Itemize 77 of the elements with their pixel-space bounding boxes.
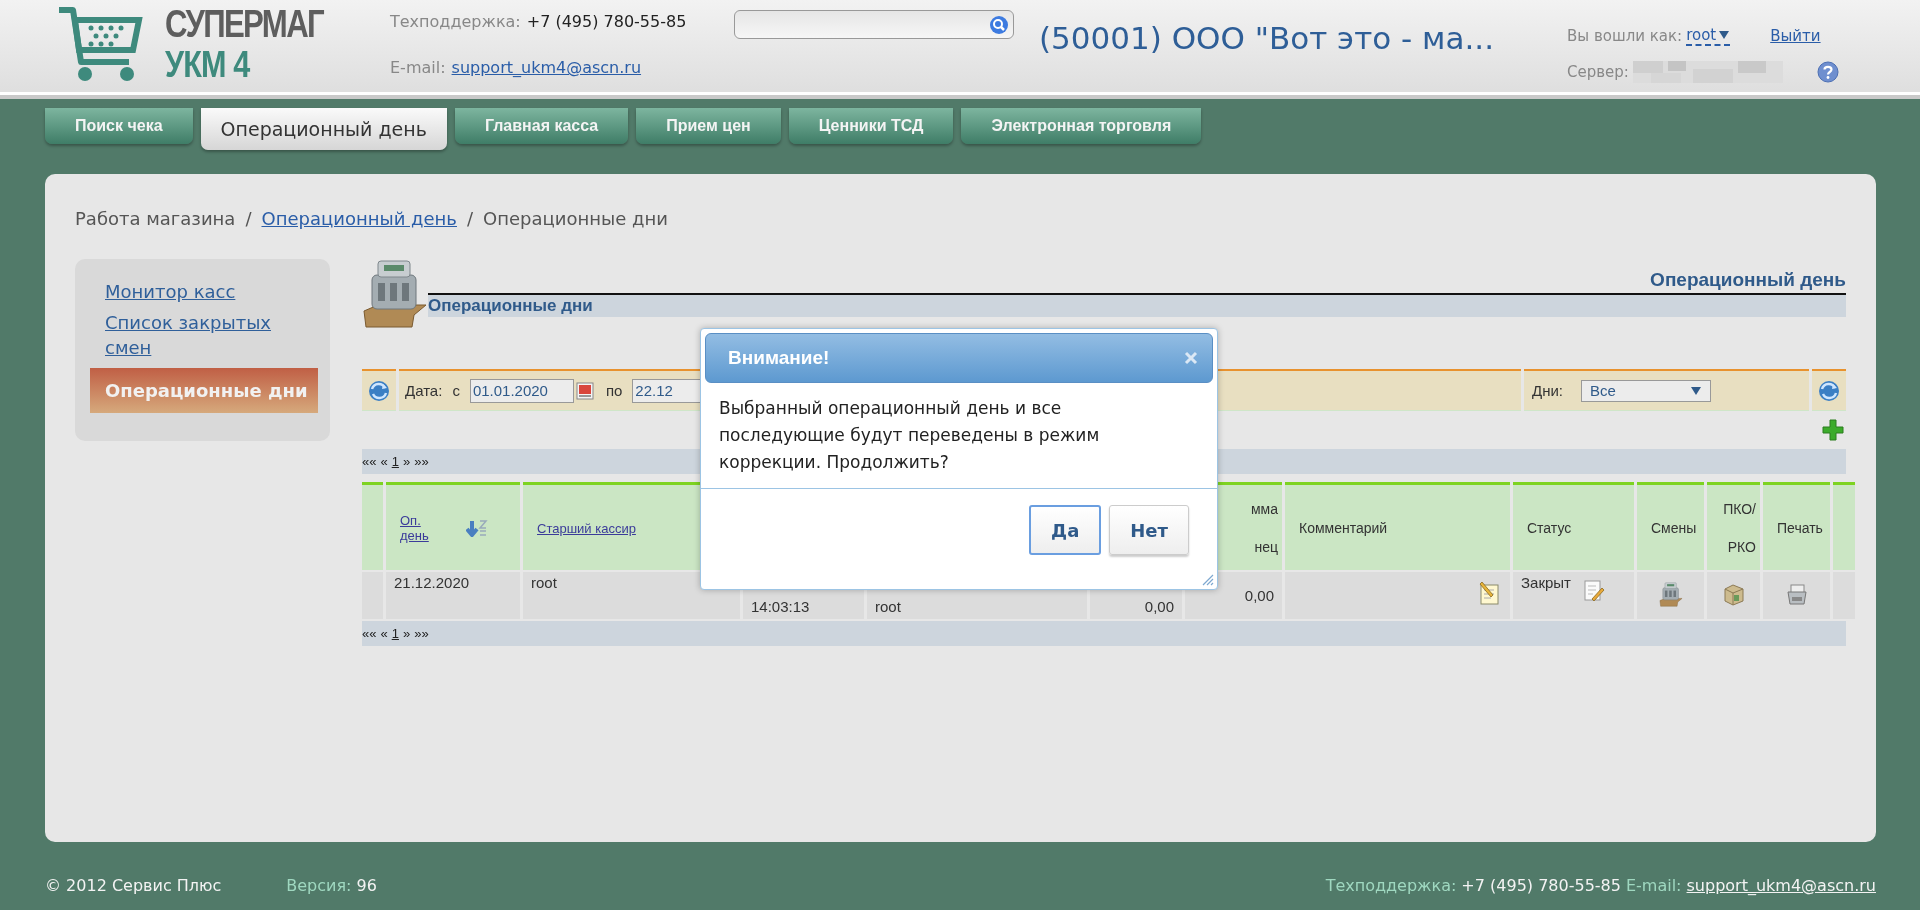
column-label: нец [1253,537,1278,557]
version-label: Версия: [286,876,352,895]
search-icon[interactable] [989,14,1009,35]
copyright-text: © 2012 Сервис Плюс [45,876,222,895]
pager-link[interactable]: »» [414,626,429,641]
column-header: Печать [1763,482,1830,570]
login-label: Вы вошли как: [1567,27,1683,45]
close-icon[interactable] [1184,351,1198,365]
user-dropdown[interactable]: root [1686,26,1731,46]
email-label: E-mail: [390,58,446,79]
breadcrumb-separator: / [467,208,474,231]
cash-register-icon[interactable] [1658,581,1683,607]
pager-link[interactable]: 1 [391,626,399,641]
logout-link[interactable]: Выйти [1770,27,1821,45]
logo-subtitle: УКМ 4 [165,47,251,83]
pager-link[interactable]: »» [414,454,429,469]
dialog-message: Выбранный операционный день и все последующие будут переведены в режим коррекции. Продолжить? [701,383,1217,489]
date-label: Дата: [405,382,443,399]
refresh-icon[interactable] [1817,378,1841,403]
breadcrumb-item: Операционные дни [483,208,668,231]
help-icon[interactable] [1816,61,1839,83]
dialog-button[interactable]: Да [1029,505,1102,555]
support-phone: +7 (495) 780-55-85 [526,12,687,33]
dialog-button[interactable]: Нет [1109,505,1189,555]
days-label: Дни: [1532,382,1563,399]
sort-arrow-icon[interactable] [466,518,488,537]
breadcrumb-link[interactable]: Операционный день [261,208,457,244]
column-header: Статус [1513,482,1634,570]
box-icon[interactable] [1721,582,1746,606]
add-icon[interactable] [1822,419,1844,441]
date-from-field[interactable]: 01.01.2020 [469,378,574,403]
to-label: по [605,382,623,399]
column-header: Комментарий [1285,482,1510,570]
server-label: Сервер: [1567,63,1629,81]
pager-link[interactable]: « [380,626,388,641]
support-label: Техподдержка: [1325,876,1457,895]
printer-icon[interactable] [1785,583,1808,605]
cash-register-icon [362,259,428,329]
note-pencil-icon[interactable] [1478,582,1502,606]
version-number: 96 [356,876,377,895]
column-sort-link[interactable]: Старший кассир [537,520,636,536]
caret-icon [1690,384,1702,397]
edit-icon[interactable] [1582,580,1605,602]
sidebar-item[interactable]: Список закрытых смен [105,310,320,360]
pager-link[interactable]: » [402,454,411,469]
support-label: Техподдержка: [390,12,521,33]
column-label: РКО [1726,537,1756,557]
page-title: Операционные дни [428,295,1846,317]
support-phone: +7 (495) 780-55-85 [1461,876,1621,895]
status-text: Закрыт [1521,574,1571,591]
pager-link[interactable]: » [402,626,411,641]
calendar-icon[interactable] [575,381,594,400]
search-field[interactable] [734,10,1014,39]
pager-link[interactable]: «« [362,626,377,641]
sidebar-item[interactable]: Монитор касс [105,279,320,304]
column-sort-link[interactable]: Оп. день [400,512,440,543]
company-name: (50001) ООО "Вот это - ма... [1039,20,1495,56]
column-label: ПКО/ [1722,499,1756,519]
nav-tab[interactable]: Операционный день [200,108,447,150]
table-cell: 21.12.2020 [386,572,520,619]
days-dropdown[interactable]: Все [1581,379,1711,402]
email-link[interactable]: support_ukm4@ascn.ru [451,58,642,104]
pager-link[interactable]: 1 [391,454,399,469]
logo-title: СУПЕРМАГ [165,5,324,43]
table-cell: root [523,572,740,619]
column-header: Смены [1637,482,1704,570]
refresh-icon[interactable] [367,378,391,403]
email-label: E-mail: [1625,876,1682,895]
pager-link[interactable]: «« [362,454,377,469]
email-link[interactable]: support_ukm4@ascn.ru [1686,876,1876,895]
breadcrumb-item: Работа магазина [75,208,236,231]
dialog-title: Внимание! [728,347,830,369]
column-label: мма [1249,499,1278,519]
pager-link[interactable]: « [380,454,388,469]
caret-icon [1718,29,1731,41]
breadcrumb-separator: / [245,208,252,231]
from-label: с [452,382,460,399]
